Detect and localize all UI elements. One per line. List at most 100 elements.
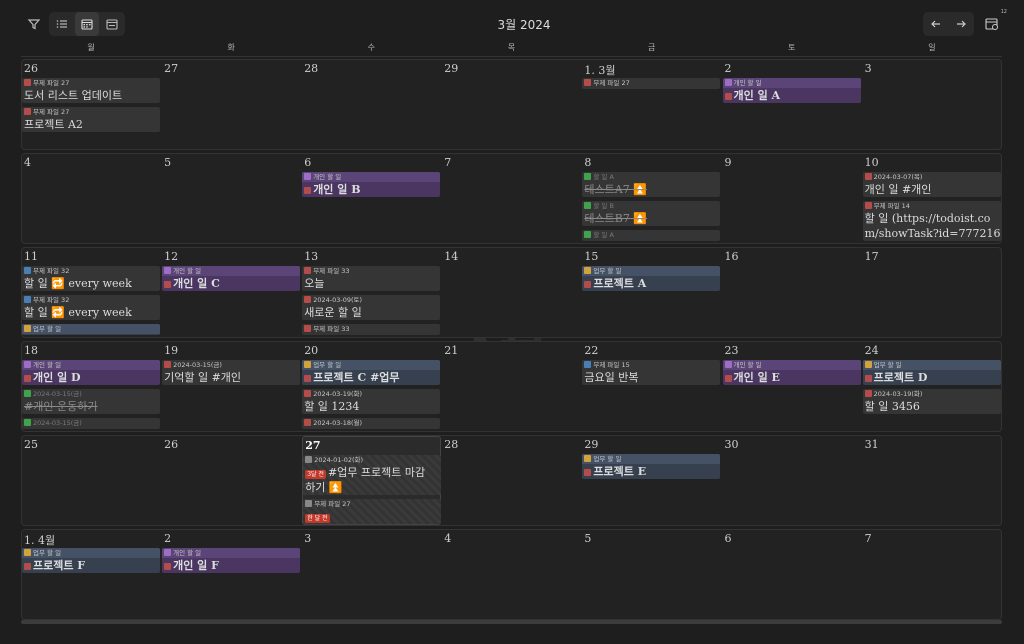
- event-title: 오늘: [302, 276, 440, 291]
- calendar-event[interactable]: 업무 할 일 프로젝트 C #업무: [302, 360, 441, 385]
- day-cell[interactable]: 1. 3월 무제 파일 27: [582, 60, 721, 149]
- day-cell[interactable]: 17: [863, 248, 1002, 337]
- arrow-left-icon[interactable]: [924, 12, 948, 36]
- day-cell[interactable]: 24 업무 할 일 프로젝트 D 2024-03-19(화) 할 일 3456: [862, 342, 1002, 431]
- calendar-event[interactable]: 무제 파일 27 한 달 전: [303, 499, 442, 524]
- calendar-event[interactable]: 무제 파일 33 오늘: [302, 266, 441, 291]
- day-cell[interactable]: 4: [22, 154, 161, 243]
- day-cell[interactable]: 2 개인 할 일 개인 일 A: [722, 60, 862, 149]
- calendar-event[interactable]: 할 일 A 테스트A7 ⏫: [582, 172, 721, 197]
- calendar-icon: [304, 187, 312, 194]
- calendar-event[interactable]: 무제 파일 32 할 일 🔁 every week: [22, 266, 160, 291]
- day-cell[interactable]: 27: [162, 60, 301, 149]
- calendar-event[interactable]: 무제 파일 27: [582, 78, 721, 89]
- calendar-event[interactable]: 2024-03-19(화) 할 일 1234: [302, 389, 441, 414]
- day-cell[interactable]: 1. 4월 업무 할 일 프로젝트 F: [22, 530, 161, 619]
- calendar-event[interactable]: 업무 할 일 프로젝트 A: [582, 266, 721, 291]
- calendar-event[interactable]: 개인 할 일 개인 일 B: [302, 172, 441, 197]
- calendar-event[interactable]: 업무 할 일 프로젝트 E: [582, 454, 721, 479]
- day-cell[interactable]: 13 무제 파일 33 오늘 2024-03-09(토) 새로운 할 일 무제 파일 33: [302, 248, 441, 337]
- day-number: 6: [304, 156, 312, 169]
- calendar-event[interactable]: 개인 할 일 개인 일 E: [722, 360, 861, 385]
- calendar-event[interactable]: 무제 파일 27 프로젝트 A2: [22, 107, 160, 132]
- day-cell[interactable]: 16: [723, 248, 862, 337]
- calendar-event[interactable]: 업무 할 일 프로젝트 D: [862, 360, 1001, 385]
- calendar-event[interactable]: 2024-03-15(금) #개인 운동하기: [22, 389, 160, 414]
- calendar-event[interactable]: 무제 파일 15 금요일 반복: [582, 360, 721, 385]
- calendar-event[interactable]: 2024-03-09(토) 새로운 할 일: [302, 295, 441, 320]
- day-cell[interactable]: 2 개인 할 일 개인 일 F: [162, 530, 301, 619]
- today-calendar-icon[interactable]: 12: [980, 9, 1007, 36]
- calendar-event[interactable]: 무제 파일 33: [302, 324, 441, 335]
- event-meta-text: 2024-03-15(금): [33, 390, 82, 398]
- calendar-event[interactable]: 개인 할 일 개인 일 C: [162, 266, 301, 291]
- day-cell[interactable]: 7: [442, 154, 581, 243]
- day-cell[interactable]: 6 개인 할 일 개인 일 B: [302, 154, 441, 243]
- calendar-event[interactable]: 2024-03-18(월): [302, 418, 441, 429]
- calendar-event[interactable]: 2024-03-15(금): [22, 418, 160, 429]
- event-meta: 2024-03-09(토): [302, 295, 440, 305]
- calendar-event[interactable]: 2024-03-07(목) 개인 일 #개인: [862, 172, 1001, 197]
- calendar-event[interactable]: 할 일 B 테스트B7 ⏫: [582, 201, 721, 226]
- event-title: 프로젝트 D: [863, 370, 1001, 385]
- day-cell[interactable]: 20 업무 할 일 프로젝트 C #업무 2024-03-19(화) 할 일 1234 2…: [302, 342, 441, 431]
- day-cell[interactable]: 31: [863, 436, 1002, 525]
- event-title: 개인 일 C: [162, 276, 300, 291]
- day-cell[interactable]: 28: [442, 436, 581, 525]
- day-cell[interactable]: 5: [162, 154, 301, 243]
- calendar-event[interactable]: 개인 할 일 개인 일 A: [722, 78, 861, 103]
- day-cell[interactable]: 6: [723, 530, 862, 619]
- month-view-icon[interactable]: [75, 12, 99, 36]
- day-cell[interactable]: 19 2024-03-15(금) 기억할 일 #개인: [162, 342, 301, 431]
- event-meta: 2024-03-15(금): [22, 418, 160, 428]
- calendar-event[interactable]: 개인 할 일 개인 일 D: [22, 360, 160, 385]
- day-cell[interactable]: 12 개인 할 일 개인 일 C: [162, 248, 301, 337]
- day-cell[interactable]: 26: [162, 436, 301, 525]
- list-view-icon[interactable]: [50, 12, 74, 36]
- day-cell[interactable]: 21: [442, 342, 581, 431]
- day-number: 10: [864, 156, 879, 169]
- event-title-text: 테스트B7 ⏫: [584, 212, 648, 225]
- day-cell[interactable]: 22 무제 파일 15 금요일 반복: [582, 342, 721, 431]
- day-cell[interactable]: 29 업무 할 일 프로젝트 E: [582, 436, 721, 525]
- calendar-event[interactable]: 할 일 A: [582, 230, 721, 241]
- event-meta: 개인 할 일: [162, 266, 301, 276]
- horizontal-scrollbar[interactable]: [21, 620, 1002, 624]
- day-cell[interactable]: 26 무제 파일 27 도서 리스트 업데이트 무제 파일 27 프로젝트 A2: [22, 60, 161, 149]
- calendar-event[interactable]: 2024-03-15(금) 기억할 일 #개인: [162, 360, 301, 385]
- day-cell[interactable]: 4: [442, 530, 581, 619]
- day-cell[interactable]: 7: [863, 530, 1002, 619]
- calendar-event[interactable]: 무제 파일 14 할 일 (https://todoist.co m/showTas…: [862, 201, 1001, 241]
- day-cell[interactable]: 3: [863, 60, 1002, 149]
- filter-icon[interactable]: [22, 12, 46, 36]
- weekday-label: 금: [647, 43, 656, 52]
- chk-icon: [24, 419, 31, 426]
- calendar-event[interactable]: 개인 할 일 개인 일 F: [162, 548, 301, 573]
- calendar-event[interactable]: 무제 파일 27 도서 리스트 업데이트: [22, 78, 160, 103]
- day-cell[interactable]: 15 업무 할 일 프로젝트 A: [582, 248, 721, 337]
- day-cell[interactable]: 25: [22, 436, 161, 525]
- day-cell[interactable]: 14: [442, 248, 581, 337]
- day-cell[interactable]: 23 개인 할 일 개인 일 E: [722, 342, 862, 431]
- day-cell[interactable]: 27 2024-01-02(화) 3달 전 #업무 프로젝트 마감 하기 ⏫ 무제 파일 …: [302, 436, 442, 525]
- day-cell[interactable]: 30: [723, 436, 862, 525]
- arrow-right-icon[interactable]: [949, 12, 973, 36]
- day-cell[interactable]: 11 무제 파일 32 할 일 🔁 every week 무제 파일 32 할 일 🔁 …: [22, 248, 161, 337]
- calendar-event[interactable]: 업무 할 일: [22, 324, 160, 335]
- event-title-text: 개인 일 B: [313, 183, 361, 196]
- calendar-event[interactable]: 2024-01-02(화) 3달 전 #업무 프로젝트 마감 하기 ⏫: [303, 455, 442, 495]
- calendar-event[interactable]: 2024-03-19(화) 할 일 3456: [862, 389, 1001, 414]
- day-cell[interactable]: 3: [302, 530, 441, 619]
- day-cell[interactable]: 29: [442, 60, 581, 149]
- week-view-icon[interactable]: [100, 12, 124, 36]
- calendar-event[interactable]: 업무 할 일 프로젝트 F: [22, 548, 160, 573]
- day-cell[interactable]: 5: [582, 530, 721, 619]
- calendar-event[interactable]: 무제 파일 32 할 일 🔁 every week: [22, 295, 160, 320]
- day-cell[interactable]: 9: [723, 154, 862, 243]
- calendar-toolbar: 3월 2024 12: [0, 0, 1024, 40]
- day-cell[interactable]: 10 2024-03-07(목) 개인 일 #개인무제 파일 14 할 일 (http…: [862, 154, 1002, 243]
- event-meta: 무제 파일 27: [303, 499, 441, 509]
- day-cell[interactable]: 18 개인 할 일 개인 일 D 2024-03-15(금) #개인 운동하기 2024-…: [22, 342, 161, 431]
- day-cell[interactable]: 8할 일 A 테스트A7 ⏫ 할 일 B 테스트B7 ⏫ 할 일 A: [582, 154, 721, 243]
- day-cell[interactable]: 28: [302, 60, 441, 149]
